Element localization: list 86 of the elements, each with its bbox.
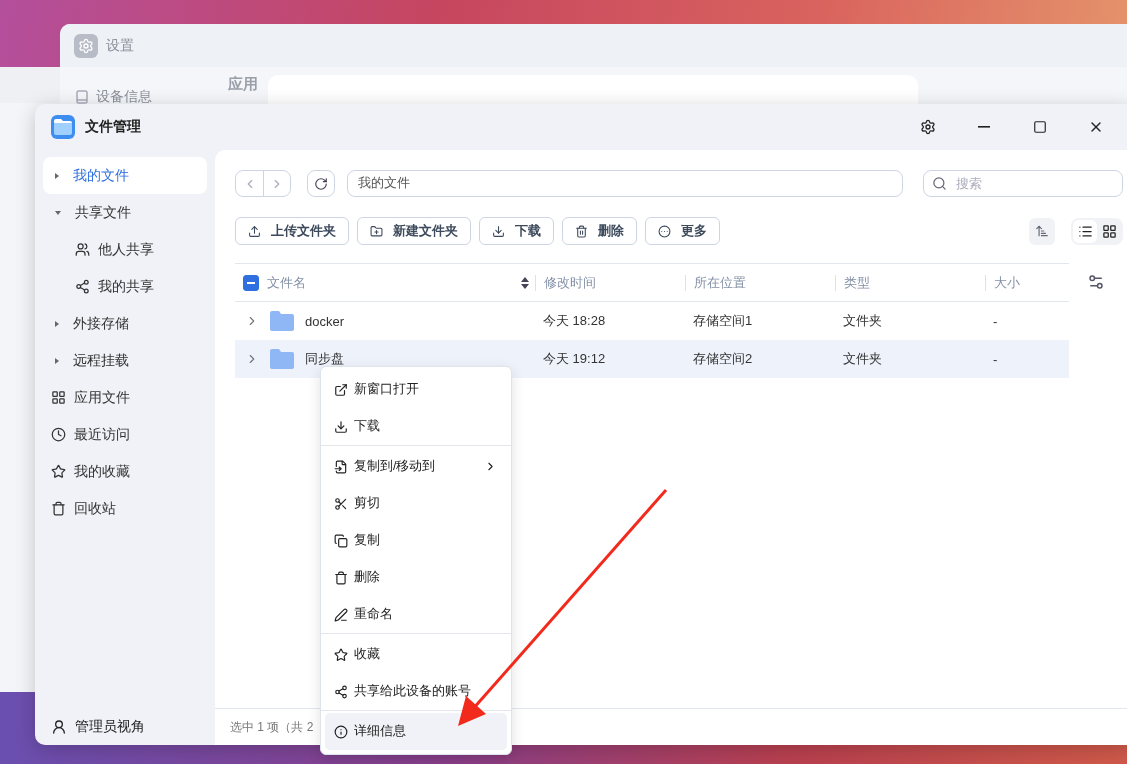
menu-item[interactable]: 剪切 — [325, 485, 507, 522]
search-icon — [932, 176, 947, 191]
copy-icon — [334, 533, 348, 548]
star-icon — [334, 647, 348, 662]
sidebar-icon — [51, 427, 66, 442]
table-row[interactable]: 同步盘 今天 19:12 存储空间2 文件夹 - — [235, 340, 1069, 378]
sidebar-item[interactable]: 应用文件 — [43, 379, 207, 416]
sidebar-icon — [51, 501, 66, 516]
sidebar-item[interactable]: 外接存储 — [43, 305, 207, 342]
table-cell-text: 文件夹 — [842, 312, 883, 330]
sidebar-item[interactable]: 共享文件 — [43, 194, 207, 231]
users-icon — [75, 242, 90, 257]
list-icon — [1077, 223, 1093, 239]
menu-item[interactable]: 详细信息 — [325, 713, 507, 750]
sidebar-item[interactable]: 我的收藏 — [43, 453, 207, 490]
sidebar-item[interactable]: 最近访问 — [43, 416, 207, 453]
file-name: 同步盘 — [305, 350, 344, 368]
file-arrow-icon — [334, 459, 348, 474]
sidebar-item[interactable]: 回收站 — [43, 490, 207, 527]
share-icon — [334, 684, 348, 699]
sort-icon — [521, 276, 529, 289]
sidebar-item[interactable]: 我的共享 — [43, 268, 207, 305]
external-link-icon — [334, 382, 348, 397]
toolbar-button[interactable]: 删除 — [562, 217, 637, 245]
menu-item[interactable]: 重命名 — [325, 596, 507, 633]
section-heading: 应用 — [228, 75, 258, 94]
pencil-icon — [334, 607, 348, 622]
table-cell-text: 存储空间1 — [692, 312, 754, 330]
sidebar-item[interactable]: 他人共享 — [43, 231, 207, 268]
menu-item[interactable]: 复制 — [325, 522, 507, 559]
gear-icon — [920, 119, 936, 135]
info-icon — [334, 724, 348, 739]
toolbar-button[interactable]: 下载 — [479, 217, 554, 245]
user-icon — [51, 718, 67, 735]
caret-icon — [55, 172, 59, 179]
menu-item[interactable]: 共享给此设备的账号 — [325, 673, 507, 710]
caret-icon — [55, 320, 59, 327]
window-title: 设置 — [106, 36, 134, 55]
search-field[interactable]: 搜索 — [923, 170, 1123, 197]
maximize-icon — [1033, 120, 1047, 134]
scissors-icon — [334, 496, 348, 511]
share-icon — [75, 279, 90, 294]
menu-item[interactable]: 复制到/移动到 — [325, 448, 507, 485]
minimize-icon — [978, 126, 990, 128]
refresh-icon — [314, 176, 328, 191]
sidebar-icon — [51, 390, 66, 405]
table-cell-text: 存储空间2 — [692, 350, 754, 368]
sort-button[interactable] — [1029, 217, 1055, 245]
sliders-icon — [1087, 273, 1105, 291]
toolbar-button[interactable]: 上传文件夹 — [235, 217, 349, 245]
sort-icon — [1035, 224, 1049, 238]
caret-icon — [55, 357, 59, 364]
table-cell-text: - — [992, 313, 999, 329]
list-view-button[interactable] — [1073, 219, 1097, 243]
download-icon — [492, 224, 505, 238]
sidebar-icon — [51, 464, 66, 479]
table-cell-text: 今天 19:12 — [542, 350, 607, 368]
menu-item[interactable]: 删除 — [325, 559, 507, 596]
trash-icon — [334, 570, 348, 585]
upload-icon — [248, 224, 261, 238]
file-name: docker — [305, 313, 345, 329]
folder-plus-icon — [370, 224, 383, 238]
device-icon — [76, 90, 88, 104]
admin-view-toggle[interactable]: 管理员视角 — [43, 708, 207, 745]
toolbar-button[interactable]: 更多 — [645, 217, 720, 245]
menu-item[interactable]: 收藏 — [325, 636, 507, 673]
ellipsis-icon — [658, 224, 671, 238]
folder-icon — [269, 310, 295, 332]
toolbar-button[interactable]: 新建文件夹 — [357, 217, 471, 245]
table-cell-text: - — [992, 351, 999, 367]
download-icon — [334, 419, 348, 434]
table-cell-text: 今天 18:28 — [542, 312, 607, 330]
folder-icon — [269, 348, 295, 370]
window-title: 文件管理 — [85, 118, 142, 136]
settings-app-icon — [74, 33, 98, 58]
refresh-button[interactable] — [307, 170, 335, 197]
menu-item[interactable]: 下载 — [325, 408, 507, 445]
path-field[interactable]: 我的文件 — [347, 170, 903, 197]
folder-app-icon — [51, 115, 75, 139]
sidebar-item[interactable]: 远程挂载 — [43, 342, 207, 379]
table-cell-text: 文件夹 — [842, 350, 883, 368]
sidebar-item[interactable]: 我的文件 — [43, 157, 207, 194]
caret-icon — [55, 210, 61, 215]
grid-icon — [1101, 223, 1117, 239]
trash-icon — [575, 224, 588, 238]
select-all-checkbox[interactable] — [243, 274, 259, 291]
